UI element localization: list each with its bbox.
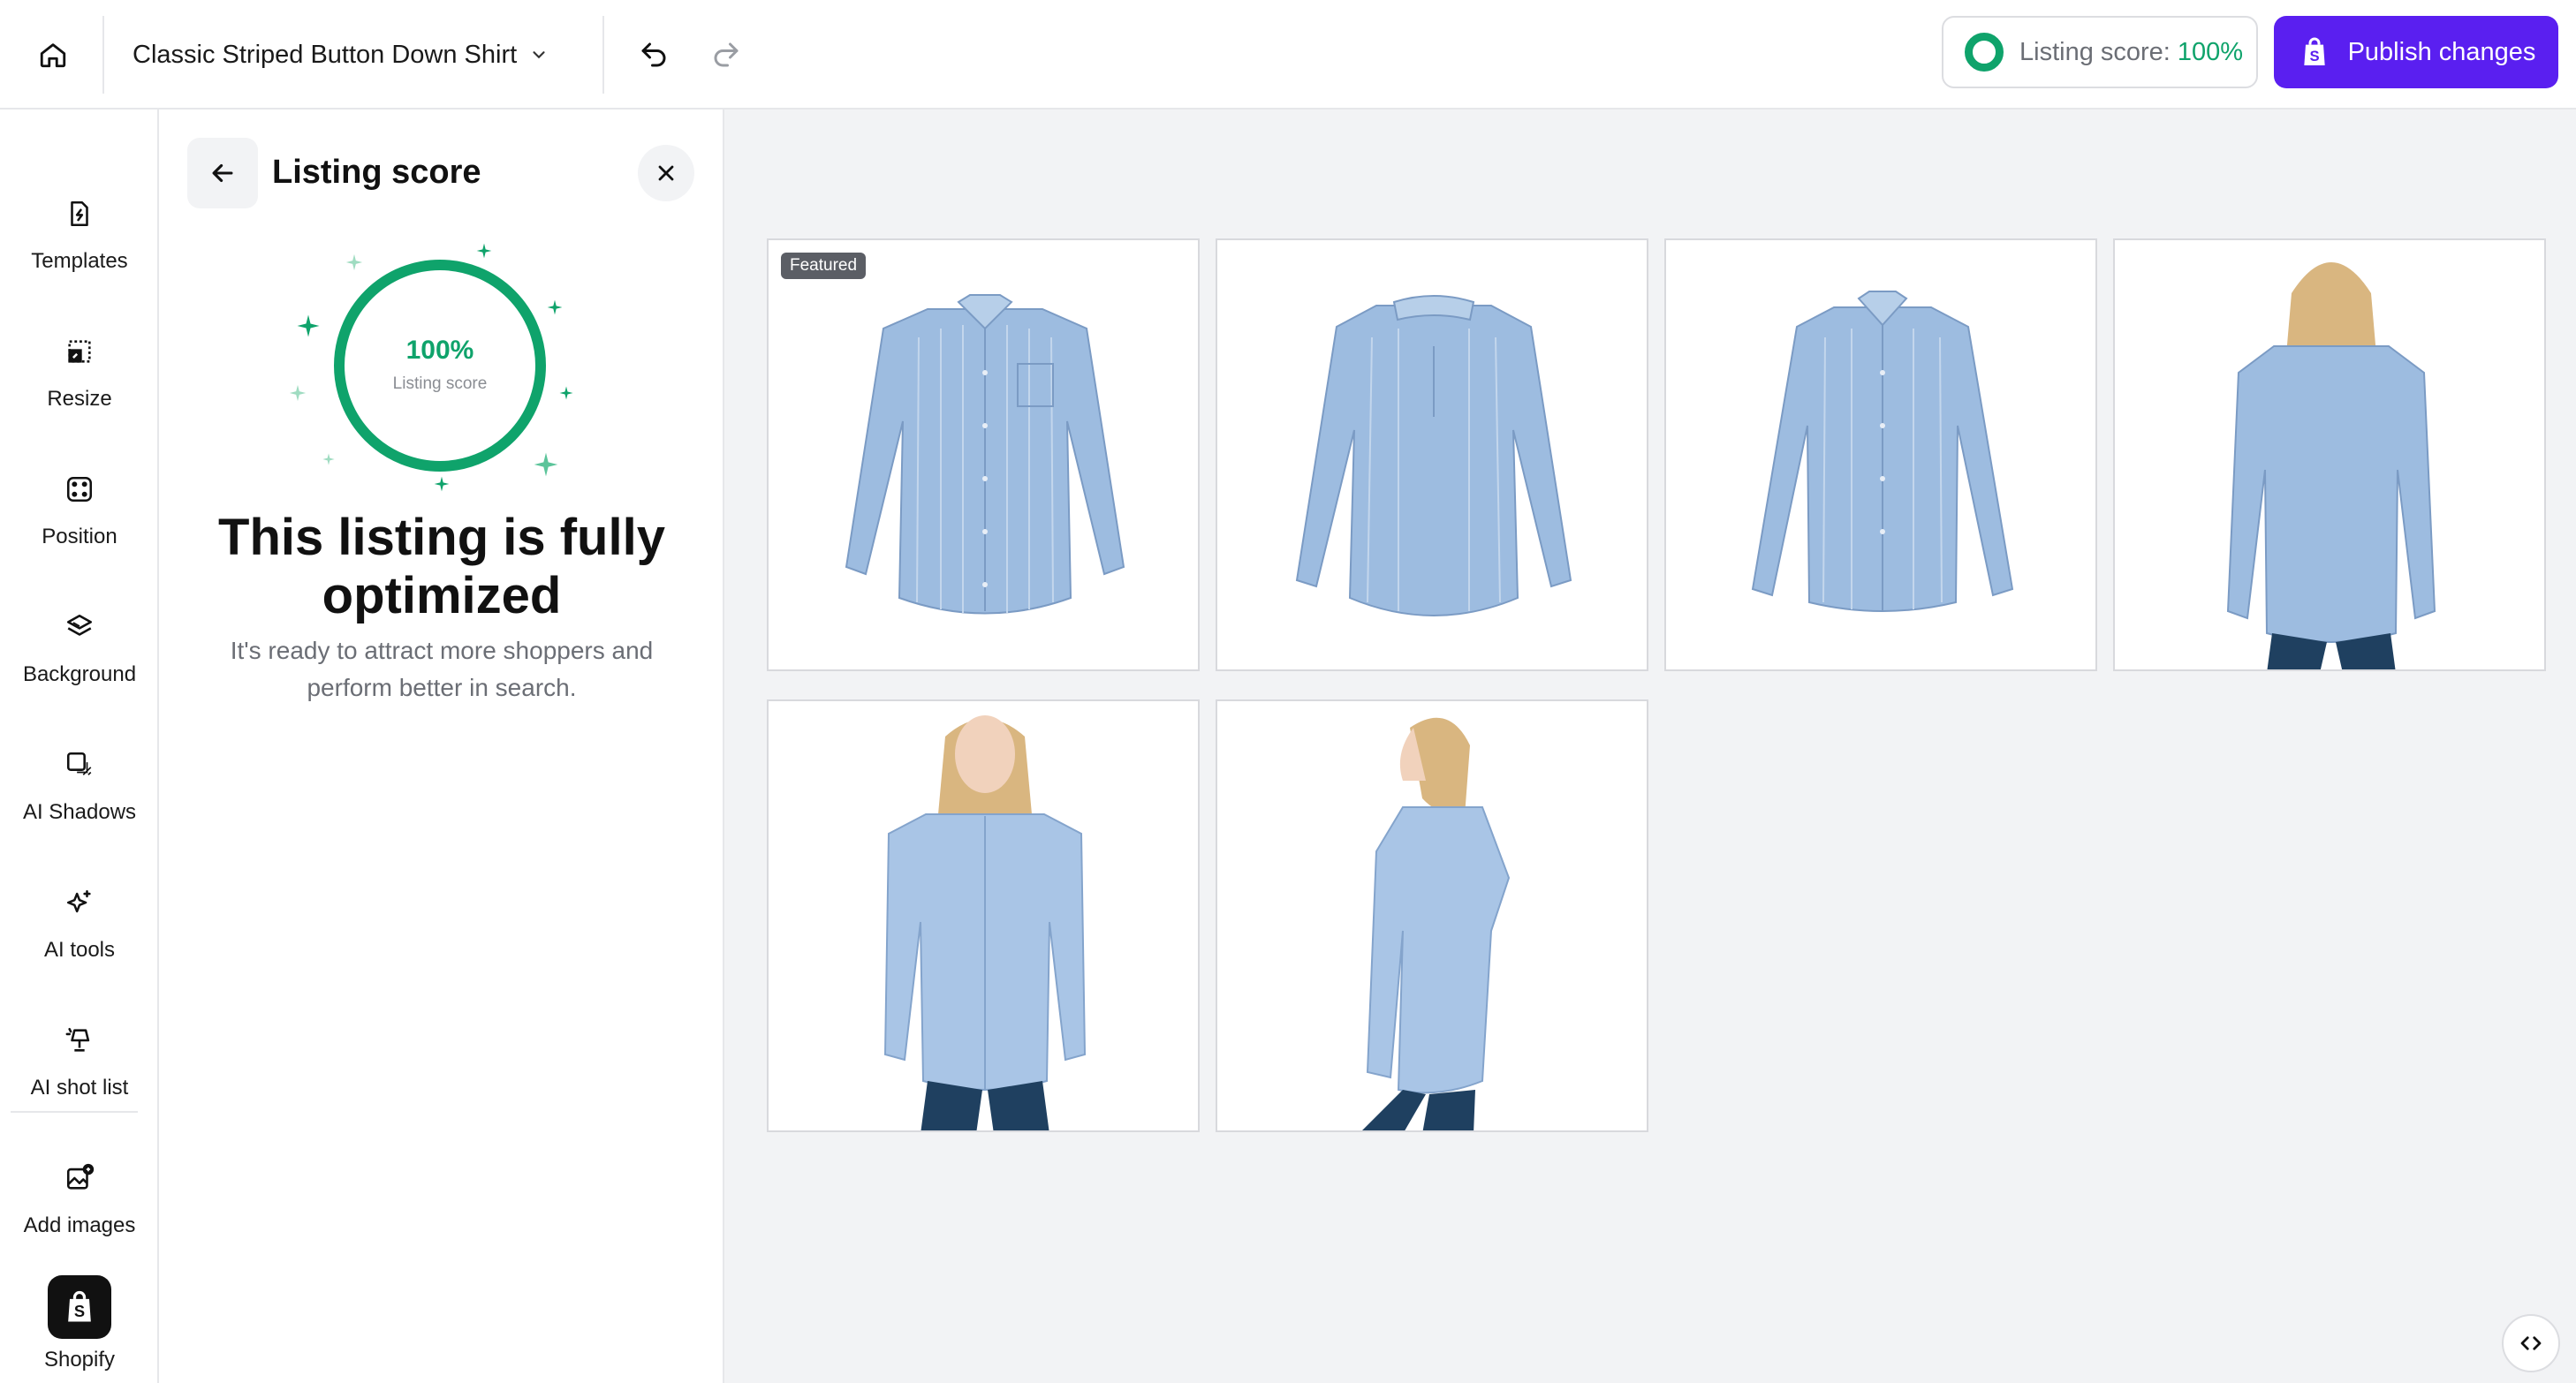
shirt-back-image [1295,295,1572,616]
gauge-value: 100% [405,336,474,365]
rail-item-add-images[interactable]: Add images [0,1141,159,1256]
lamp-icon [65,1027,90,1052]
rail-label-resize: Resize [47,387,112,411]
rail-label-background: Background [22,662,137,686]
sparkle-icon [66,889,91,913]
rail-item-ai-shadows[interactable]: AI Shadows [0,728,159,843]
publish-changes-button[interactable]: S Publish changes [2274,16,2558,88]
svg-text:S: S [74,1302,85,1320]
score-chip-label: Listing score: [2019,37,2171,66]
listing-score-panel: Listing score 100% Listing score This li… [159,110,724,1383]
image-tile[interactable] [2113,238,2546,671]
undo-icon [641,42,666,67]
rail-label-templates: Templates [31,249,128,273]
sparkle-icon [345,253,363,271]
rail-label-shopify: Shopify [43,1348,116,1372]
rail-item-ai-shot-list[interactable]: AI shot list [0,1003,159,1118]
shadow-icon [66,752,92,775]
shopify-icon: S [48,1275,111,1339]
rail-label-ai-shadows: AI Shadows [22,800,137,824]
shopify-bag-icon: S [2303,37,2325,65]
code-icon [2520,1336,2542,1350]
model-front-image [883,715,1087,1130]
divider [102,16,104,94]
sparkle-icon [559,386,573,400]
rail-item-shopify[interactable]: S Shopify [0,1272,159,1383]
image-tile[interactable] [1664,238,2097,671]
rail-item-resize[interactable]: Resize [0,314,159,429]
redo-button[interactable] [698,26,754,83]
image-tile[interactable] [1216,699,1648,1132]
home-icon [40,43,66,68]
score-ring-icon [1965,33,2004,72]
divider [602,16,604,94]
sparkle-icon [534,452,558,477]
score-chip-text: Listing score: 100% [2019,38,2243,67]
layers-icon [66,614,93,636]
home-button[interactable] [25,26,81,83]
optimized-subtext: It's ready to attract more shoppers and … [230,637,654,701]
undo-button[interactable] [625,26,682,83]
rail-label-add-images: Add images [23,1213,136,1237]
resize-icon [68,340,91,363]
sparkle-icon [322,453,335,465]
listing-score-chip[interactable]: Listing score: 100% [1942,16,2258,88]
close-icon [658,165,674,181]
gauge-ring [334,260,546,472]
panel-title: Listing score [272,154,481,191]
optimized-headline: This listing is fully optimized [218,509,665,624]
rail-label-position: Position [42,525,117,548]
sparkle-icon [476,243,492,259]
publish-label: Publish changes [2347,37,2536,66]
close-panel-button[interactable] [638,145,694,201]
image-tile[interactable] [1216,238,1648,671]
image-tile[interactable] [767,699,1200,1132]
image-tile-featured[interactable]: Featured [767,238,1200,671]
product-selector[interactable]: Classic Striped Button Down Shirt [133,26,549,83]
rail-item-background[interactable]: Background [0,590,159,705]
score-chip-value: 100% [2177,37,2244,66]
svg-text:S: S [2309,48,2319,64]
rail-divider [11,1111,138,1113]
back-button[interactable] [187,138,258,208]
chevron-down-icon [533,51,545,59]
sparkle-icon [547,299,563,315]
tool-rail: Templates Resize Position Background AI … [0,110,159,1383]
gauge-label: Listing score [392,374,488,393]
rail-item-ai-tools[interactable]: AI tools [0,865,159,980]
redo-icon [714,42,739,67]
add-image-icon [66,1163,95,1190]
rail-item-position[interactable]: Position [0,452,159,567]
arrow-left-icon [212,163,233,183]
model-side-image [1362,717,1511,1130]
sparkle-icon [289,384,307,402]
template-icon [71,200,88,227]
image-canvas: Featured [724,110,2576,1383]
shirt-front-image [845,294,1125,615]
product-name: Classic Striped Button Down Shirt [133,40,518,69]
score-gauge: 100% Listing score [281,242,573,477]
sparkle-icon [297,314,320,337]
shirt-3d-image [1751,291,2014,612]
rail-label-ai-tools: AI tools [43,938,116,962]
sparkle-icon [434,476,450,492]
position-icon [66,476,93,503]
code-toggle-button[interactable] [2502,1314,2560,1372]
rail-label-ai-shot-list: AI shot list [30,1076,129,1100]
top-bar: Classic Striped Button Down Shirt Listin… [0,0,2576,110]
rail-item-templates[interactable]: Templates [0,177,159,291]
featured-badge: Featured [781,253,867,279]
model-back-image [2226,262,2436,669]
